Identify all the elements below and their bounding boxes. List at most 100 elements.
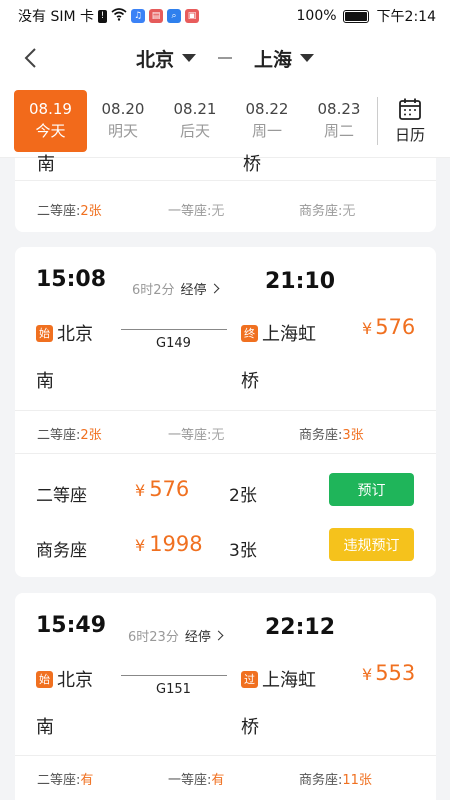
train-card-G151[interactable]: 15:49 6时23分 经停 22:12 始 北京 南 G151 过 上海虹 桥…: [15, 593, 436, 800]
arrival-station: 过 上海虹: [241, 666, 316, 692]
caret-down-icon: [182, 54, 196, 62]
route-line: [121, 329, 227, 330]
card-divider: [15, 453, 436, 454]
battery-icon: [342, 9, 369, 23]
date-tab-date: 08.20: [101, 100, 145, 118]
duration-text: 6时23分: [128, 630, 179, 645]
chevron-left-icon: [24, 48, 36, 68]
train-number: G149: [156, 336, 191, 351]
seat-count: 3张: [229, 541, 257, 561]
date-tab-label: 今天: [35, 122, 66, 140]
seat-class-label: 二等座: [36, 486, 87, 506]
date-tab-4[interactable]: 08.23 周二: [303, 90, 375, 152]
departure-time: 15:49: [36, 613, 107, 638]
departure-station: 始 北京: [36, 666, 93, 692]
date-tab-0[interactable]: 08.19 今天: [14, 89, 87, 152]
origin-tag: 始: [36, 670, 53, 688]
route-divider: [218, 57, 232, 59]
card-divider: [15, 755, 436, 756]
card-divider: [15, 410, 436, 411]
duration-info: 6时23分 经停: [128, 626, 224, 645]
nav-bar: 北京 上海: [0, 32, 450, 84]
date-tab-1[interactable]: 08.20 明天: [87, 90, 159, 152]
seat-summary-second: 二等座: 2张: [37, 428, 102, 443]
date-selector-bar: 08.19 今天 08.20 明天 08.21 后天 08.22 周一 08.2…: [0, 84, 450, 158]
book-notification-icon: ▤: [149, 9, 163, 23]
caret-down-icon: [300, 54, 315, 62]
policy-violation-book-button[interactable]: 违规预订: [329, 528, 414, 561]
seat-price: ¥1998: [135, 532, 203, 556]
status-left: 没有 SIM 卡 ! ♫ ▤ ⌕ ▣: [18, 6, 199, 26]
carrier-text: 没有 SIM 卡: [18, 9, 94, 25]
route-selector: 北京 上海: [136, 45, 315, 72]
chevron-right-icon: [213, 630, 224, 641]
back-button[interactable]: [16, 44, 44, 72]
origin-tag: 始: [36, 324, 53, 342]
departure-station: 始 北京: [36, 320, 93, 346]
departure-station-cont: 南: [36, 371, 54, 392]
book-button[interactable]: 预订: [329, 473, 414, 506]
route-line: [121, 675, 227, 676]
terminal-tag: 终: [241, 324, 258, 342]
departure-station-cont: 南: [36, 717, 54, 738]
app-notification-icon: ♫: [131, 9, 145, 23]
arrival-station-cont: 桥: [241, 371, 259, 392]
duration-text: 6时2分: [132, 283, 175, 298]
train-card-partial[interactable]: 南 桥 二等座: 2张 一等座: 无 商务座: 无: [15, 154, 436, 232]
sim-alert-icon: !: [98, 9, 107, 23]
seat-summary-row: 二等座: 2张 一等座: 无 商务座: 无: [15, 200, 430, 219]
search-notification-icon: ⌕: [167, 9, 181, 23]
seat-summary-second: 二等座: 有: [37, 773, 94, 788]
date-tab-date: 08.22: [245, 100, 289, 118]
from-city-selector[interactable]: 北京: [136, 45, 196, 72]
seat-summary-first: 一等座: 有: [168, 773, 225, 788]
calendar-icon: [399, 98, 421, 120]
seat-class-label: 商务座: [36, 541, 87, 561]
date-tab-date: 08.21: [173, 100, 217, 118]
chevron-right-icon: [209, 283, 220, 294]
status-bar: 没有 SIM 卡 ! ♫ ▤ ⌕ ▣ 100% 下午2:14: [0, 0, 450, 32]
lowest-price: ¥576: [362, 315, 416, 339]
from-city-label: 北京: [135, 48, 174, 71]
duration-info: 6时2分 经停: [132, 279, 220, 298]
card-divider: [15, 180, 436, 181]
wifi-icon: [111, 7, 127, 25]
date-tab-label: 周一: [251, 122, 282, 140]
date-tab-3[interactable]: 08.22 周一: [231, 90, 303, 152]
passing-tag: 过: [241, 670, 258, 688]
seat-count: 2张: [229, 486, 257, 506]
stops-link[interactable]: 经停: [185, 626, 224, 645]
date-tab-label: 明天: [107, 122, 138, 140]
date-tab-date: 08.23: [317, 100, 361, 118]
seat-summary-business: 商务座: 11张: [299, 773, 372, 788]
seat-summary-first: 一等座: 无: [168, 204, 225, 219]
calendar-button[interactable]: 日历: [378, 97, 442, 145]
seat-summary-business: 商务座: 3张: [299, 428, 364, 443]
seat-summary-row: 二等座: 2张 一等座: 无 商务座: 3张: [15, 424, 430, 443]
seat-summary-row: 二等座: 有 一等座: 有 商务座: 11张: [15, 769, 430, 788]
arrival-station-cont: 桥: [241, 717, 259, 738]
seat-summary-business: 商务座: 无: [299, 204, 356, 219]
seat-price: ¥576: [135, 477, 190, 501]
red-notification-icon: ▣: [185, 9, 199, 23]
arrival-time: 22:12: [265, 615, 336, 640]
date-tab-2[interactable]: 08.21 后天: [159, 90, 231, 152]
stops-link[interactable]: 经停: [181, 279, 220, 298]
battery-percent: 100%: [296, 8, 337, 24]
lowest-price: ¥553: [362, 661, 416, 685]
arrival-station: 终 上海虹: [241, 320, 316, 346]
calendar-label: 日历: [394, 125, 425, 144]
arr-station-tail: 桥: [243, 154, 261, 175]
clock-text: 下午2:14: [376, 9, 436, 25]
seat-summary-second: 二等座: 2张: [37, 204, 102, 219]
date-tab-label: 后天: [179, 122, 210, 140]
status-right: 100% 下午2:14: [297, 6, 436, 26]
date-tab-date: 08.19: [29, 100, 72, 118]
arrival-time: 21:10: [265, 269, 336, 294]
to-city-label: 上海: [254, 48, 293, 71]
dep-station-tail: 南: [37, 154, 55, 175]
date-tab-label: 周二: [323, 122, 354, 140]
train-card-G149[interactable]: 15:08 6时2分 经停 21:10 始 北京 南 G149 终 上海虹 桥 …: [15, 247, 436, 577]
departure-time: 15:08: [36, 267, 107, 292]
to-city-selector[interactable]: 上海: [254, 45, 315, 72]
